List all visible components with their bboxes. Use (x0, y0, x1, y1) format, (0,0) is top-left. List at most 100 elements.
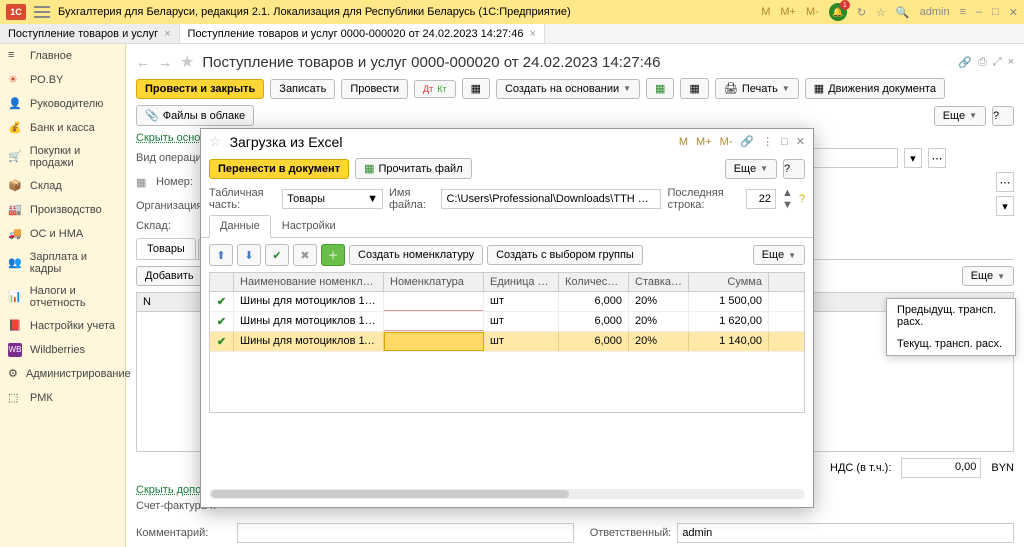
dialog-m-minus-icon[interactable]: M- (720, 136, 733, 148)
dialog-m-plus-icon[interactable]: M+ (696, 136, 712, 148)
sidebar-item-roby[interactable]: ☀РО.BY (0, 68, 125, 92)
responsible-input[interactable]: admin (677, 523, 1014, 543)
dialog-options-icon[interactable]: ⋮ (762, 135, 773, 148)
sidebar-item-pmk[interactable]: ⬚РМК (0, 386, 125, 410)
dialog-more-button[interactable]: Еще▼ (725, 159, 777, 179)
sidebar-item-salary[interactable]: 👥Зарплата и кадры (0, 246, 125, 280)
post-button[interactable]: Провести (341, 79, 408, 99)
export-button[interactable]: ▦ (680, 78, 708, 99)
create-based-button[interactable]: Создать на основании▼ (496, 79, 640, 99)
table-part-select[interactable]: Товары▼ (282, 189, 383, 209)
dialog-favorite-icon[interactable]: ☆ (209, 133, 222, 150)
spinner-up-icon[interactable]: ▲ (782, 187, 793, 199)
discuss-icon[interactable]: ⎙ (978, 56, 987, 69)
dialog-close-icon[interactable]: ✕ (796, 135, 805, 148)
doc-close-icon[interactable]: × (1008, 56, 1014, 69)
settings-icon[interactable]: ≡ (960, 6, 966, 18)
sidebar-item-manager[interactable]: 👤Руководителю (0, 92, 125, 116)
forward-icon[interactable]: → (158, 54, 172, 70)
tab-settings[interactable]: Настройки (271, 215, 347, 237)
last-row-input[interactable]: 22 (746, 189, 776, 209)
star-icon[interactable]: ☆ (876, 6, 886, 19)
movements-button[interactable]: ▦ Движения документа (805, 78, 945, 99)
table-more-button[interactable]: Еще▼ (962, 266, 1014, 286)
add-button[interactable]: Добавить (136, 266, 203, 286)
sidebar-item-purchases[interactable]: 🛒Покупки и продажи (0, 140, 125, 174)
grid-row-active[interactable]: ✔ Шины для мотоциклов 110/80-18 5... шт … (210, 332, 804, 352)
move-up-button[interactable]: ⬆ (209, 244, 233, 266)
dialog-help-button[interactable]: ? (783, 159, 805, 179)
dialog-maximize-icon[interactable]: □ (781, 136, 788, 148)
sidebar-item-warehouse[interactable]: 📦Склад (0, 174, 125, 198)
horizontal-scrollbar[interactable] (209, 489, 805, 499)
link-icon[interactable]: 🔗 (958, 56, 972, 69)
counterparty-open-button[interactable]: ▾ (904, 148, 922, 168)
dialog-link-icon[interactable]: 🔗 (740, 135, 754, 148)
tab-goods[interactable]: Товары (136, 238, 196, 259)
favorite-icon[interactable]: ★ (180, 52, 194, 72)
create-with-group-button[interactable]: Создать с выбором группы (487, 245, 643, 265)
comment-input[interactable] (237, 523, 574, 543)
dropdown-prev-transport[interactable]: Предыдущ. трансп. расх. (887, 299, 1015, 333)
tab-close-icon[interactable]: × (164, 28, 170, 40)
spinner-down-icon[interactable]: ▼ (782, 199, 793, 211)
dtkt-button[interactable]: ДтКт (414, 80, 456, 98)
post-close-button[interactable]: Провести и закрыть (136, 79, 264, 99)
transfer-button[interactable]: Перенести в документ (209, 159, 349, 179)
grid-row[interactable]: ✔ Шины для мотоциклов 100/80-17... шт 6,… (210, 292, 804, 312)
filename-input[interactable]: C:\Users\Professional\Downloads\ТТН ООО … (441, 189, 661, 209)
sidebar-item-settings[interactable]: 📕Настройки учета (0, 314, 125, 338)
add-icon-button[interactable]: ＋ (321, 244, 345, 266)
minimize-icon[interactable]: – (976, 6, 982, 18)
burger-icon[interactable] (34, 6, 50, 18)
nomenclature-cell-editing[interactable] (384, 332, 484, 351)
bell-icon[interactable]: 🔔 (829, 3, 847, 21)
dropdown-curr-transport[interactable]: Текущ. трансп. расх. (887, 333, 1015, 355)
maximize-icon[interactable]: □ (992, 6, 999, 18)
help-button[interactable]: ? (992, 106, 1014, 126)
back-icon[interactable]: ← (136, 54, 150, 70)
more-button[interactable]: Еще▼ (934, 106, 986, 126)
warning-icon[interactable]: ? (799, 193, 805, 205)
excel-button[interactable]: ▦ (646, 78, 674, 99)
check-icon[interactable]: ✔ (210, 332, 234, 351)
counterparty-more-button[interactable]: ⋯ (928, 148, 946, 168)
sidebar-item-bank[interactable]: 💰Банк и касса (0, 116, 125, 140)
sidebar-item-admin[interactable]: ⚙Администрирование (0, 362, 125, 386)
org-open-button[interactable]: ▾ (996, 196, 1014, 216)
sidebar-item-main[interactable]: ≡Главное (0, 44, 125, 68)
close-icon[interactable]: ✕ (1009, 6, 1018, 19)
m-plus-icon[interactable]: M+ (780, 6, 796, 18)
sidebar-item-wildberries[interactable]: WBWildberries (0, 338, 125, 362)
tab-close-icon[interactable]: × (529, 28, 535, 40)
sidebar-item-taxes[interactable]: 📊Налоги и отчетность (0, 280, 125, 314)
user-label[interactable]: admin (920, 6, 950, 18)
cloud-files-button[interactable]: 📎 Файлы в облаке (136, 105, 254, 126)
table-part-label: Табличная часть: (209, 187, 276, 211)
move-down-button[interactable]: ⬇ (237, 244, 261, 266)
create-nomenclature-button[interactable]: Создать номенклатуру (349, 245, 483, 265)
tab-data[interactable]: Данные (209, 215, 271, 238)
contract-more-button[interactable]: ⋯ (996, 172, 1014, 192)
sidebar-item-production[interactable]: 🏭Производство (0, 198, 125, 222)
history-icon[interactable]: ↻ (857, 6, 866, 19)
m-icon[interactable]: M (761, 6, 770, 18)
tab-list[interactable]: Поступление товаров и услуг × (0, 24, 180, 43)
check-button[interactable]: ✔ (265, 244, 289, 266)
sidebar-item-assets[interactable]: 🚚ОС и НМА (0, 222, 125, 246)
read-file-button[interactable]: ▦ Прочитать файл (355, 158, 472, 179)
check-icon[interactable]: ✔ (210, 292, 234, 311)
uncheck-button[interactable]: ✖ (293, 244, 317, 266)
search-icon[interactable]: 🔍 (896, 6, 910, 19)
bank-icon: 💰 (8, 121, 22, 135)
structure-button[interactable]: ▦ (462, 78, 490, 99)
grid-more-button[interactable]: Еще▼ (753, 245, 805, 265)
grid-row[interactable]: ✔ Шины для мотоциклов 100/90-19... шт 6,… (210, 312, 804, 332)
pin-icon[interactable]: ⤢ (993, 56, 1002, 69)
tab-document[interactable]: Поступление товаров и услуг 0000-000020 … (180, 24, 545, 43)
check-icon[interactable]: ✔ (210, 312, 234, 331)
print-button[interactable]: 🖨 Печать▼ (715, 78, 799, 99)
m-minus-icon[interactable]: M- (806, 6, 819, 18)
dialog-m-icon[interactable]: M (679, 136, 688, 148)
save-button[interactable]: Записать (270, 79, 335, 99)
